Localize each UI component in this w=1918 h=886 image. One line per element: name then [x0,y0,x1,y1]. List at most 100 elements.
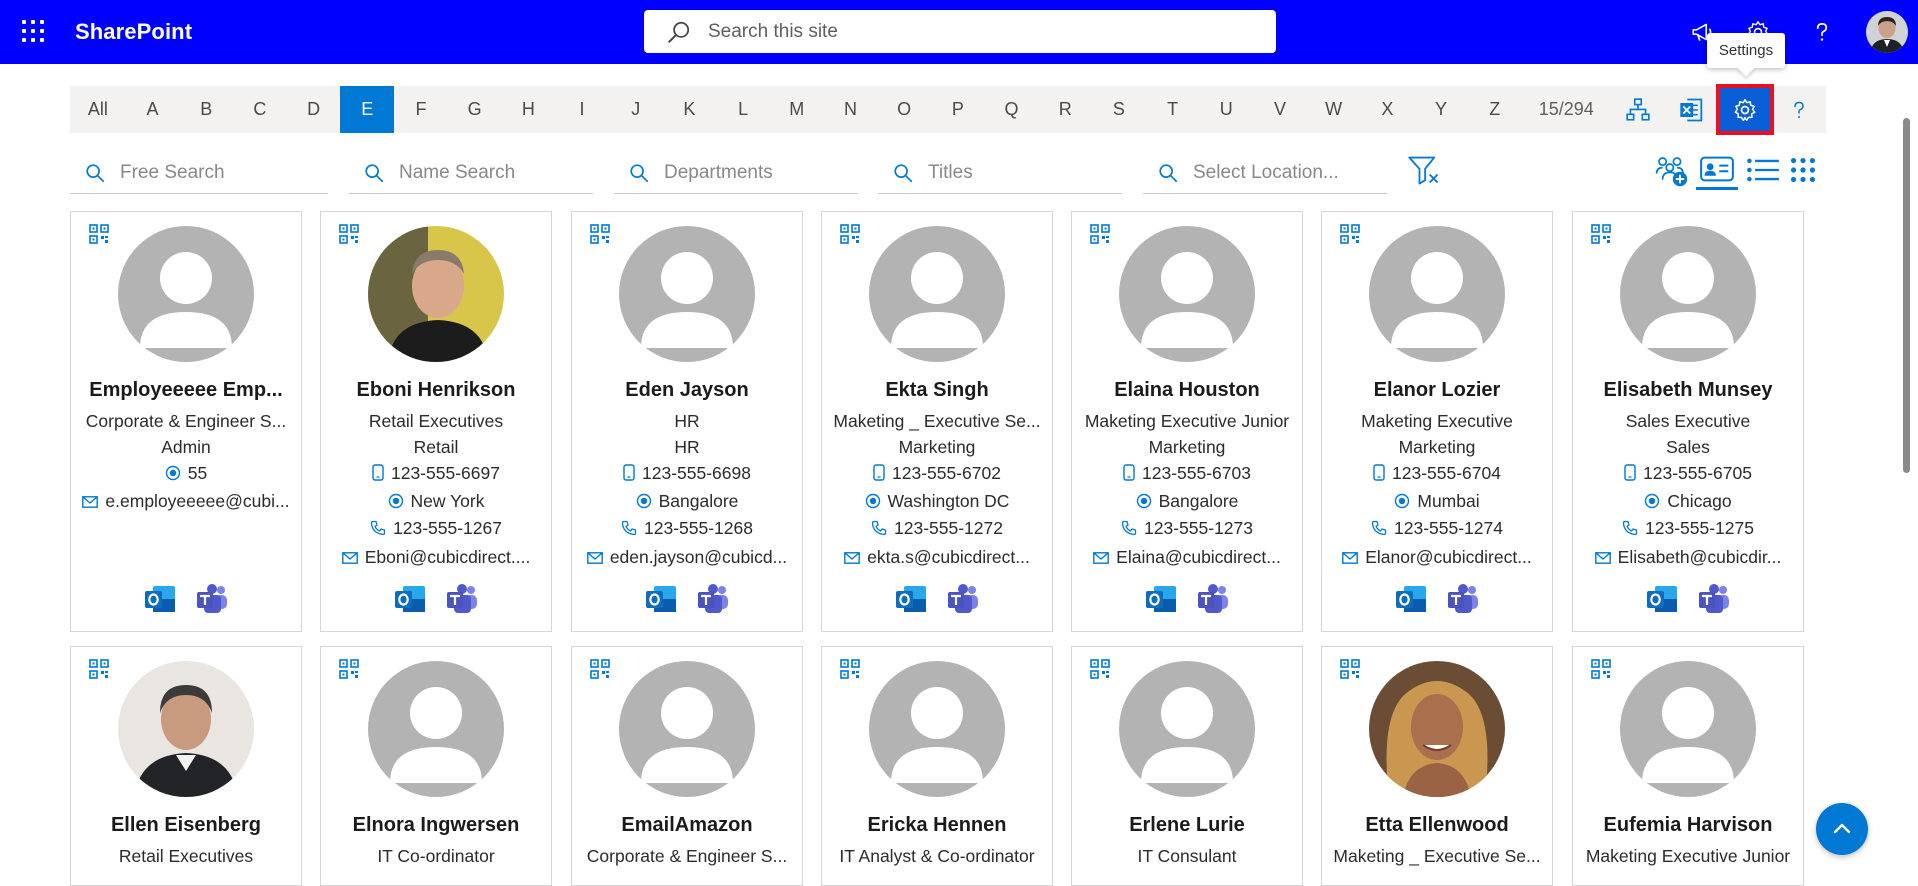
letter-w[interactable]: W [1307,86,1361,133]
employee-email[interactable]: eden.jayson@cubicd... [580,547,794,568]
employee-name[interactable]: Elisabeth Munsey [1581,379,1795,402]
letter-r[interactable]: R [1038,86,1092,133]
letter-d[interactable]: D [287,86,341,133]
letter-e[interactable]: E [340,86,395,133]
letter-t[interactable]: T [1146,86,1200,133]
employee-office-phone[interactable]: 123-555-1267 [329,518,543,539]
teams-icon[interactable] [195,582,229,616]
employee-card[interactable]: Eufemia Harvison Maketing Executive Juni… [1572,646,1804,886]
employee-name[interactable]: Etta Ellenwood [1330,814,1544,837]
list-view-icon[interactable] [1742,150,1784,190]
qr-code-icon[interactable] [1591,659,1611,679]
employee-mobile[interactable]: 123-555-6698 [580,463,794,484]
employee-name[interactable]: Erlene Lurie [1080,814,1294,837]
letter-u[interactable]: U [1199,86,1253,133]
employee-card[interactable]: Ericka Hennen IT Analyst & Co-ordinator [821,646,1053,886]
letter-all[interactable]: All [70,86,126,133]
outlook-icon[interactable] [894,582,928,616]
employee-name[interactable]: EmailAmazon [580,814,794,837]
letter-p[interactable]: P [931,86,985,133]
outlook-icon[interactable] [644,582,678,616]
qr-code-icon[interactable] [339,659,359,679]
employee-email[interactable]: Eboni@cubicdirect.... [329,547,543,568]
titles-filter[interactable]: Titles [878,152,1122,194]
settings-button[interactable] [1716,84,1775,135]
letter-z[interactable]: Z [1468,86,1522,133]
employee-card[interactable]: Elnora Ingwersen IT Co-ordinator [320,646,552,886]
employee-name[interactable]: Eden Jayson [580,379,794,402]
employee-mobile[interactable]: 123-555-6705 [1581,463,1795,484]
employee-name[interactable]: Ekta Singh [830,379,1044,402]
employee-name[interactable]: Eboni Henrikson [329,379,543,402]
letter-c[interactable]: C [233,86,287,133]
outlook-icon[interactable] [143,582,177,616]
employee-email[interactable]: Elaina@cubicdirect... [1080,547,1294,568]
letter-v[interactable]: V [1253,86,1307,133]
employee-name[interactable]: Elanor Lozier [1330,379,1544,402]
employee-name[interactable]: Eufemia Harvison [1581,814,1795,837]
letter-k[interactable]: K [663,86,717,133]
employee-mobile[interactable]: 123-555-6704 [1330,463,1544,484]
teams-icon[interactable] [445,582,479,616]
employee-name[interactable]: Elaina Houston [1080,379,1294,402]
teams-icon[interactable] [1196,582,1230,616]
outlook-icon[interactable] [393,582,427,616]
user-avatar[interactable] [1866,11,1908,53]
letter-o[interactable]: O [877,86,931,133]
qr-code-icon[interactable] [590,224,610,244]
employee-name[interactable]: Ericka Hennen [830,814,1044,837]
letter-h[interactable]: H [502,86,556,133]
teams-icon[interactable] [1697,582,1731,616]
qr-code-icon[interactable] [1340,224,1360,244]
org-chart-icon[interactable] [1611,86,1665,133]
scroll-to-top-button[interactable] [1816,803,1868,855]
employee-card[interactable]: Ellen Eisenberg Retail Executives [70,646,302,886]
help-icon[interactable] [1804,14,1840,50]
employee-email[interactable]: Elisabeth@cubicdir... [1581,547,1795,568]
employee-mobile[interactable]: 123-555-6697 [329,463,543,484]
employee-office-phone[interactable]: 123-555-1275 [1581,518,1795,539]
employee-email[interactable]: e.employeeeee@cubi... [79,491,293,512]
qr-code-icon[interactable] [1340,659,1360,679]
free-search-input[interactable]: Free Search [70,152,328,194]
departments-filter[interactable]: Departments [614,152,858,194]
page-scrollbar[interactable] [1903,118,1910,473]
excel-export-icon[interactable] [1665,86,1719,133]
help-icon[interactable] [1772,86,1826,133]
employee-card[interactable]: Employeeeee Emp... Corporate & Engineer … [70,211,302,632]
employee-card[interactable]: Ekta Singh Maketing _ Executive Se... Ma… [821,211,1053,632]
letter-m[interactable]: M [770,86,824,133]
letter-y[interactable]: Y [1414,86,1468,133]
qr-code-icon[interactable] [339,224,359,244]
employee-card[interactable]: EmailAmazon Corporate & Engineer S... [571,646,803,886]
employee-card[interactable]: Erlene Lurie IT Consulant [1071,646,1303,886]
app-launcher-icon[interactable] [22,20,44,42]
teams-icon[interactable] [1446,582,1480,616]
outlook-icon[interactable] [1144,582,1178,616]
letter-q[interactable]: Q [985,86,1039,133]
employee-card[interactable]: Elanor Lozier Maketing Executive Marketi… [1321,211,1553,632]
letter-s[interactable]: S [1092,86,1146,133]
qr-code-icon[interactable] [840,659,860,679]
employee-office-phone[interactable]: 123-555-1268 [580,518,794,539]
employee-card[interactable]: Elaina Houston Maketing Executive Junior… [1071,211,1303,632]
employee-card[interactable]: Eden Jayson HR HR 123-555-6698 Bangalore… [571,211,803,632]
employee-name[interactable]: Employeeeee Emp... [79,379,293,402]
clear-filter-icon[interactable] [1403,150,1445,190]
letter-f[interactable]: F [394,86,448,133]
qr-code-icon[interactable] [89,659,109,679]
letter-l[interactable]: L [716,86,770,133]
letter-a[interactable]: A [126,86,180,133]
employee-office-phone[interactable]: 123-555-1272 [830,518,1044,539]
letter-x[interactable]: X [1361,86,1415,133]
employee-office-phone[interactable]: 123-555-1273 [1080,518,1294,539]
letter-n[interactable]: N [824,86,878,133]
outlook-icon[interactable] [1645,582,1679,616]
employee-office-phone[interactable]: 123-555-1274 [1330,518,1544,539]
qr-code-icon[interactable] [1591,224,1611,244]
qr-code-icon[interactable] [1090,224,1110,244]
location-filter[interactable]: Select Location... [1143,152,1387,194]
qr-code-icon[interactable] [840,224,860,244]
grid-view-icon[interactable] [1782,150,1824,190]
qr-code-icon[interactable] [89,224,109,244]
